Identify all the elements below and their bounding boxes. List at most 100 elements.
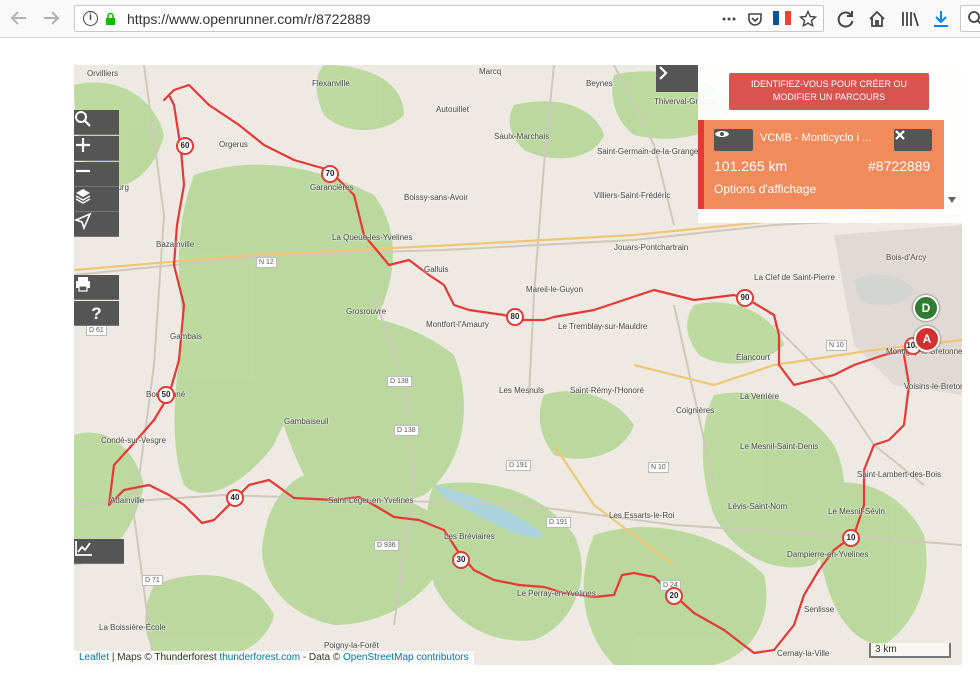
more-options-icon[interactable] [721, 12, 737, 26]
place-label: Les Bréviaires [444, 532, 495, 541]
url-bar[interactable]: i https://www.openrunner.com/r/8722889 [74, 5, 824, 32]
road-label: D 138 [394, 425, 419, 436]
km-marker-70[interactable]: 70 [321, 165, 339, 183]
chevron-right-icon [659, 66, 668, 80]
elevation-profile-button[interactable] [74, 539, 124, 564]
km-marker-30[interactable]: 30 [452, 551, 470, 569]
display-options-link[interactable]: Options d'affichage [714, 182, 816, 196]
road-label: D 138 [387, 376, 412, 387]
layers-button[interactable] [74, 187, 119, 212]
place-label: Saint-Rémy-l'Honoré [570, 386, 644, 395]
place-label: Poigny-la-Forêt [324, 641, 379, 650]
layers-icon [75, 189, 91, 204]
place-label: Villiers-Saint-Frédéric [594, 191, 671, 200]
reload-icon[interactable] [836, 9, 856, 29]
eye-icon [715, 131, 729, 137]
place-label: Cernay-la-Ville [777, 649, 830, 658]
road-label: N 10 [826, 340, 847, 351]
road-label: D 71 [142, 575, 163, 586]
navigation-arrow-icon [74, 212, 92, 230]
track-id: #8722889 [868, 158, 931, 174]
place-label: Galluis [424, 265, 449, 274]
leaflet-link[interactable]: Leaflet [79, 652, 109, 663]
help-button[interactable]: ? [74, 301, 119, 326]
place-label: La Queue-les-Yvelines [332, 233, 413, 242]
place-label: Marcq [479, 67, 502, 76]
place-label: Le Tremblay-sur-Mauldre [558, 322, 648, 331]
place-label: La Clef de Saint-Pierre [754, 273, 835, 282]
place-label: Lévis-Saint-Nom [728, 502, 788, 511]
print-button[interactable] [74, 275, 119, 300]
track-name[interactable]: VCMB - Monticyclo i ... [760, 132, 871, 144]
road-label: D 61 [86, 325, 107, 336]
zoom-out-button[interactable] [74, 162, 119, 187]
place-label: Saulx-Marchais [494, 132, 550, 141]
download-icon[interactable] [931, 9, 951, 29]
place-label: Orgerus [219, 140, 248, 149]
osm-link[interactable]: OpenStreetMap contributors [343, 652, 469, 663]
collapse-panel-button[interactable] [656, 65, 698, 92]
zoom-in-button[interactable] [74, 136, 119, 161]
place-label: Le Perray-en-Yvelines [517, 589, 596, 598]
km-marker-20[interactable]: 20 [665, 587, 683, 605]
place-label: Autouillet [436, 105, 469, 114]
place-label: Coignières [676, 406, 715, 415]
place-label: Adainville [110, 496, 145, 505]
place-label: La Boissière-École [99, 623, 166, 632]
place-label: Les Essarts-le-Roi [609, 511, 675, 520]
place-label: Gambaiseuil [284, 417, 329, 426]
start-marker[interactable]: D [913, 295, 939, 321]
km-marker-80[interactable]: 80 [506, 308, 524, 326]
road-label: D 191 [506, 460, 531, 471]
place-label: Les Mesnuls [499, 386, 544, 395]
locate-button[interactable] [74, 212, 119, 237]
close-track-button[interactable] [894, 129, 932, 151]
side-panel: IDENTIFIEZ-VOUS POUR CRÉER OU MODIFIER U… [698, 65, 962, 223]
km-marker-60[interactable]: 60 [176, 137, 194, 155]
km-marker-50[interactable]: 50 [157, 386, 175, 404]
toggle-visibility-button[interactable] [714, 129, 753, 151]
place-label: Beynes [586, 79, 613, 88]
finish-marker[interactable]: A [914, 326, 940, 352]
road-label: D 936 [374, 540, 399, 551]
place-label: Bois-d'Arcy [886, 253, 927, 262]
pocket-icon[interactable] [747, 11, 763, 27]
place-label: Le Mesnil-Sévin [828, 507, 885, 516]
place-label: Mareil-le-Guyon [526, 285, 583, 294]
printer-icon [76, 277, 90, 292]
login-button[interactable]: IDENTIFIEZ-VOUS POUR CRÉER OU MODIFIER U… [729, 73, 929, 110]
star-icon[interactable] [799, 10, 817, 28]
map-view[interactable]: Orvilliers Flexanville Marcq Beynes Thiv… [74, 65, 962, 665]
place-label: Orvilliers [87, 69, 119, 78]
place-label: Saint-Germain-de-la-Grange [597, 147, 699, 156]
place-label: Saint-Lambert-des-Bois [857, 470, 942, 479]
km-marker-10[interactable]: 10 [842, 529, 860, 547]
scale-bar: 3 km [869, 643, 951, 658]
thunderforest-link[interactable]: thunderforest.com [219, 652, 300, 663]
track-distance: 101.265 km [714, 158, 788, 174]
attribution: Leaflet | Maps © Thunderforest thunderfo… [74, 651, 474, 665]
place-label: Élancourt [736, 353, 770, 362]
library-icon[interactable] [900, 9, 920, 29]
forward-button[interactable] [38, 6, 64, 32]
road-label: D 191 [546, 517, 571, 528]
place-label: Bazainville [156, 240, 195, 249]
french-flag-icon[interactable] [773, 11, 791, 25]
place-label: Condé-sur-Vesgre [101, 436, 166, 445]
search-box[interactable] [960, 5, 980, 32]
info-icon[interactable]: i [83, 11, 98, 26]
km-marker-90[interactable]: 90 [736, 289, 754, 307]
back-button[interactable] [6, 6, 32, 32]
minus-icon [76, 169, 90, 173]
home-icon[interactable] [867, 9, 887, 29]
place-label: Voisins-le-Bretonneux [904, 382, 962, 391]
question-mark-icon: ? [91, 304, 102, 323]
urban-area [834, 225, 962, 395]
arrow-right-icon [44, 11, 60, 25]
search-button[interactable] [74, 110, 119, 135]
km-marker-40[interactable]: 40 [226, 489, 244, 507]
place-label: Le Mesnil-Saint-Denis [740, 442, 819, 451]
scroll-down-icon[interactable] [948, 197, 956, 203]
place-label: Flexanville [312, 79, 350, 88]
road-label: N 10 [648, 462, 669, 473]
